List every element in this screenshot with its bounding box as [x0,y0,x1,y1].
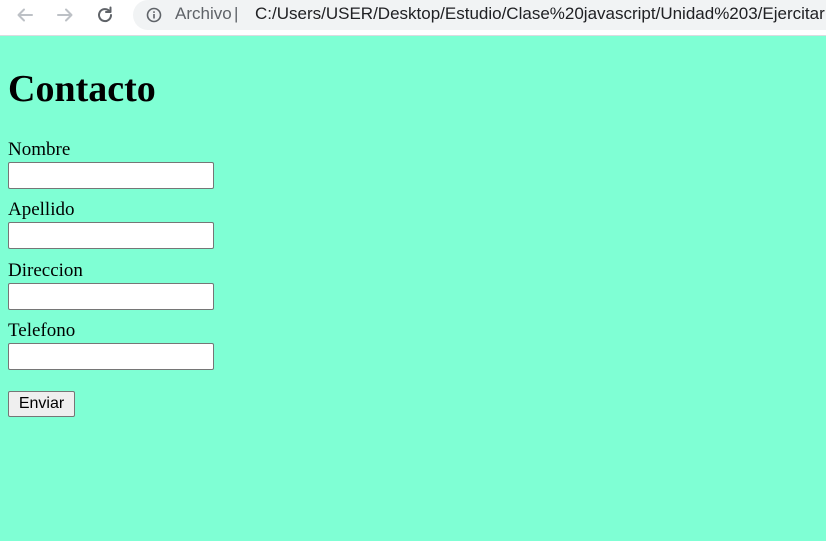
telefono-label: Telefono [8,320,76,341]
info-icon[interactable] [146,7,162,23]
arrow-right-icon [57,8,73,22]
url-scheme-label: Archivo [175,4,232,23]
page-content: Contacto Nombre Apellido Direccion Telef… [0,37,826,541]
reload-button[interactable] [92,4,118,26]
telefono-input[interactable] [8,343,214,370]
nombre-label: Nombre [8,139,71,160]
enviar-button[interactable]: Enviar [8,391,75,417]
arrow-left-icon [17,8,33,22]
apellido-label: Apellido [8,199,75,220]
back-button[interactable] [12,4,38,26]
direccion-input[interactable] [8,283,214,310]
browser-toolbar: Archivo | C:/Users/USER/Desktop/Estudio/… [0,0,826,36]
url-separator: | [234,4,239,23]
url-text[interactable]: C:/Users/USER/Desktop/Estudio/Clase%20ja… [255,4,825,24]
address-bar[interactable]: Archivo | C:/Users/USER/Desktop/Estudio/… [133,0,826,30]
apellido-input[interactable] [8,222,214,249]
reload-icon [98,6,113,23]
direccion-label: Direccion [8,260,83,281]
forward-button[interactable] [52,4,78,26]
nombre-input[interactable] [8,162,214,189]
page-title: Contacto [8,68,156,110]
